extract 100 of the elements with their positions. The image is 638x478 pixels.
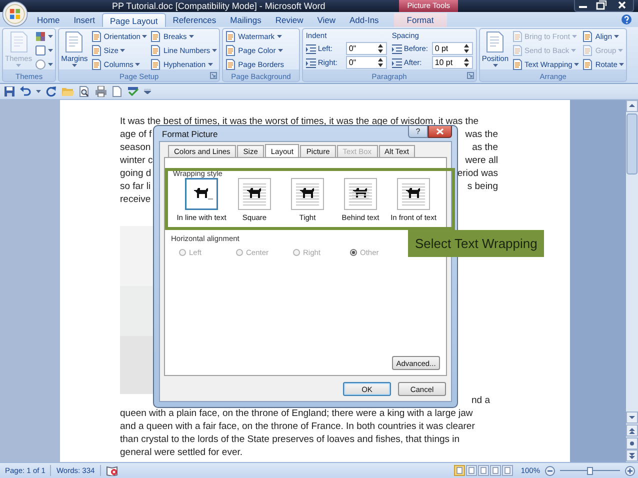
- preview-icon[interactable]: [79, 86, 90, 97]
- vertical-scrollbar[interactable]: [626, 100, 638, 462]
- dog-and-lines-icon: [291, 178, 324, 210]
- page-icon: [512, 45, 522, 56]
- lines-icon: [306, 44, 316, 54]
- page-icon: [582, 59, 594, 70]
- body-text: as the: [472, 141, 498, 154]
- caret-icon[interactable]: [144, 89, 151, 94]
- page-icon: [150, 45, 162, 56]
- caret-icon: [48, 49, 54, 52]
- ribbon-tab[interactable]: View: [310, 13, 342, 27]
- page-icon: [225, 31, 236, 42]
- body-text: general were settled for ever.: [120, 446, 243, 459]
- spin-arrows-icon[interactable]: [464, 58, 469, 67]
- caret-icon: [135, 63, 140, 66]
- dog-and-lines-icon: [397, 178, 430, 210]
- body-text: s being: [467, 180, 498, 193]
- caret-icon: [208, 63, 213, 66]
- circle-icon: [35, 59, 46, 70]
- ribbon-tab[interactable]: Home: [30, 13, 67, 27]
- zoom-in-icon[interactable]: [625, 466, 635, 476]
- caret-icon: [572, 35, 577, 38]
- view-layout-icon[interactable]: [454, 465, 465, 476]
- spin-field[interactable]: 0": [346, 42, 387, 55]
- spin-arrows-icon[interactable]: [464, 44, 469, 53]
- proofing-icon[interactable]: [106, 465, 118, 476]
- caret-icon: [574, 63, 580, 66]
- caret-icon: [276, 35, 282, 38]
- zoom-out-icon[interactable]: [545, 466, 555, 476]
- caret-icon[interactable]: [36, 90, 41, 93]
- view-layout-icon[interactable]: [466, 465, 477, 476]
- zoom-slider[interactable]: [560, 466, 620, 476]
- swatch-icon: [35, 31, 46, 42]
- spin-arrows-icon[interactable]: [378, 44, 383, 53]
- caret-icon: [48, 35, 54, 38]
- page-icon: [90, 45, 102, 56]
- ribbon-tab[interactable]: Add-Ins: [342, 13, 386, 27]
- help-icon[interactable]: [621, 14, 632, 25]
- page-icon: [8, 31, 29, 53]
- ribbon-tab[interactable]: References: [166, 13, 224, 27]
- ribbon-tab[interactable]: Page Layout: [102, 13, 166, 27]
- dog-and-lines-icon: [185, 178, 218, 210]
- spin-field[interactable]: 0": [346, 56, 387, 69]
- body-text: eriod was: [457, 167, 498, 180]
- body-text: nd a: [472, 394, 490, 407]
- lines-icon: [306, 58, 316, 68]
- body-text: were all: [465, 154, 498, 167]
- page-icon: [582, 31, 594, 42]
- body-text: than crystal to the lords of the State preserves of loaves and fishes, that things in: [120, 433, 460, 446]
- view-layout-icon[interactable]: [502, 465, 513, 476]
- caret-icon: [142, 35, 148, 38]
- body-text: receive: [120, 193, 151, 206]
- slider-thumb[interactable]: [587, 466, 593, 474]
- body-text: was the: [465, 128, 498, 141]
- window-title: PP Tutorial.doc [Compatibility Mode] - Microsoft Word: [112, 1, 326, 11]
- body-text: winter c: [120, 154, 153, 167]
- caret-icon: [571, 49, 576, 52]
- help-button[interactable]: ?: [408, 126, 428, 138]
- view-layout-icon[interactable]: [490, 465, 501, 476]
- caret-icon: [492, 64, 498, 67]
- ribbon-tab[interactable]: Review: [268, 13, 310, 27]
- theme-option-button[interactable]: [34, 30, 54, 43]
- caret-icon: [72, 64, 77, 67]
- caret-icon: [278, 49, 283, 52]
- spin-arrows-icon[interactable]: [378, 58, 383, 67]
- caret-icon: [614, 35, 619, 38]
- body-text: queen with a plain face, on the throne of England; there were a king with a large jaw: [120, 407, 473, 420]
- save-icon[interactable]: [4, 86, 15, 97]
- page-icon: [225, 59, 236, 70]
- lines-icon: [392, 44, 402, 54]
- page-icon: [90, 31, 102, 42]
- close-icon: [436, 128, 444, 135]
- page-icon[interactable]: [112, 86, 122, 97]
- page-icon: [90, 59, 102, 70]
- dog-and-lines-icon: [238, 178, 271, 210]
- ribbon-tab[interactable]: Insert: [66, 13, 102, 27]
- caret-icon: [619, 63, 624, 66]
- body-text: going d: [120, 167, 152, 180]
- theme-option-button[interactable]: [34, 58, 54, 71]
- ribbon-tab[interactable]: Format: [394, 13, 447, 27]
- page-icon: [582, 45, 594, 56]
- printer-icon[interactable]: [95, 86, 107, 97]
- lines-icon: [392, 58, 402, 68]
- redo-icon[interactable]: [46, 86, 57, 97]
- spellcheck-icon[interactable]: [127, 86, 139, 97]
- caret-icon: [16, 64, 22, 67]
- callout-label: Select Text Wrapping: [408, 230, 544, 257]
- theme-option-button[interactable]: [34, 44, 54, 57]
- caret-icon: [618, 49, 624, 52]
- dog-and-lines-icon: [344, 178, 377, 210]
- ribbon-tab[interactable]: Mailings: [223, 13, 268, 27]
- body-text: and a queen with a fair face, on the throne of France. In both countries it was clearer: [120, 420, 475, 433]
- view-layout-icon[interactable]: [478, 465, 489, 476]
- caret-icon: [212, 49, 218, 52]
- spin-field[interactable]: 10 pt: [432, 56, 473, 69]
- close-button[interactable]: [428, 126, 452, 138]
- undo-icon[interactable]: [20, 86, 31, 97]
- page-icon: [225, 45, 236, 56]
- spin-field[interactable]: 0 pt: [432, 42, 473, 55]
- page-icon: [485, 31, 506, 53]
